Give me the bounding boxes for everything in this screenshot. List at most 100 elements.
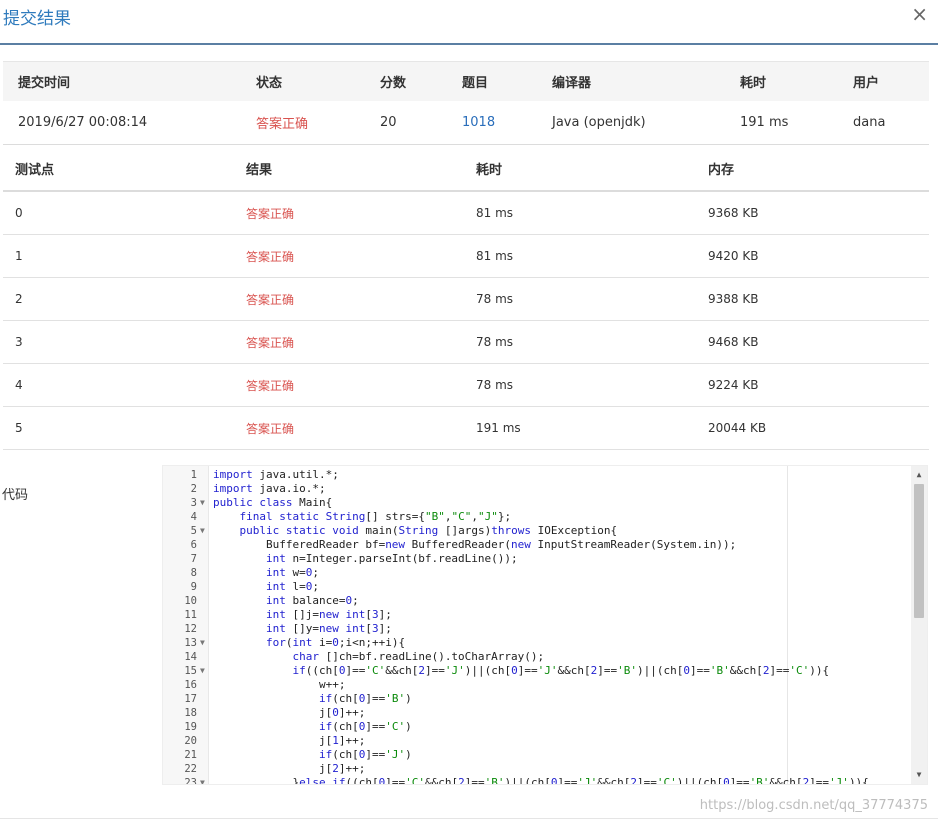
line-number-gutter: 1 2 3 ▼ 4 5 ▼ 6 7 8 9 10 11 12 13 ▼ 14 15 ▼ 16 17 18 19 20 21 22 2… — [163, 466, 209, 784]
code-area[interactable]: import java.util.*; import java.io.*; publ… — [209, 466, 911, 784]
code-line-text: int []j=new int[3]; — [265, 608, 392, 621]
table-row: 5 答案正确 191 ms 20044 KB — [3, 407, 929, 450]
case-memory: 9388 KB — [708, 292, 759, 306]
code-line-text: int []y=new int[3]; — [265, 622, 392, 635]
fold-arrow-icon[interactable]: ▼ — [200, 664, 208, 678]
scrollbar-thumb[interactable] — [914, 484, 924, 618]
line-number: 23 — [184, 777, 197, 785]
close-icon[interactable]: × — [911, 2, 928, 26]
line-number: 20 — [184, 735, 197, 747]
case-memory: 9468 KB — [708, 335, 759, 349]
code-line-text: if((ch[0]=='C'&&ch[2]=='J')||(ch[0]=='J'… — [292, 664, 830, 677]
line-number: 12 — [184, 623, 197, 635]
line-number: 22 — [184, 763, 197, 775]
case-id: 0 — [15, 206, 23, 220]
table-row: 3 答案正确 78 ms 9468 KB — [3, 321, 929, 364]
header-problem: 题目 — [462, 76, 489, 91]
compiler-value: Java (openjdk) — [552, 115, 646, 130]
table-row: 0 答案正确 81 ms 9368 KB — [3, 192, 929, 235]
case-id: 5 — [15, 421, 23, 435]
code-line-text: w++; — [213, 678, 346, 691]
header-score: 分数 — [380, 76, 407, 91]
line-number: 8 — [190, 567, 197, 579]
header-time: 耗时 — [476, 163, 503, 178]
code-label: 代码 — [2, 488, 29, 503]
fold-arrow-icon[interactable]: ▼ — [200, 776, 208, 784]
bottom-divider — [0, 818, 938, 819]
line-number: 5 — [190, 525, 197, 537]
summary-row: 2019/6/27 00:08:14 答案正确 20 1018 Java (op… — [3, 101, 929, 145]
case-result: 答案正确 — [246, 249, 295, 264]
line-number: 19 — [184, 721, 197, 733]
case-memory: 9420 KB — [708, 249, 759, 263]
line-number: 6 — [190, 539, 197, 551]
fold-arrow-icon[interactable]: ▼ — [200, 496, 208, 510]
case-id: 1 — [15, 249, 23, 263]
case-id: 3 — [15, 335, 23, 349]
submit-time: 2019/6/27 00:08:14 — [18, 115, 148, 130]
case-time: 78 ms — [476, 335, 514, 349]
case-result: 答案正确 — [246, 335, 295, 350]
line-number: 4 — [190, 511, 197, 523]
user-value: dana — [853, 115, 886, 130]
line-number: 16 — [184, 679, 197, 691]
table-row: 1 答案正确 81 ms 9420 KB — [3, 235, 929, 278]
case-id: 4 — [15, 378, 23, 392]
modal-header: 提交结果 × — [0, 0, 938, 45]
line-number: 1 — [190, 469, 197, 481]
table-row: 2 答案正确 78 ms 9388 KB — [3, 278, 929, 321]
case-memory: 9224 KB — [708, 378, 759, 392]
case-result: 答案正确 — [246, 421, 295, 436]
score-value: 20 — [380, 115, 397, 130]
cases-header-row: 测试点 结果 耗时 内存 — [3, 147, 929, 192]
case-time: 81 ms — [476, 249, 514, 263]
line-number: 13 — [184, 637, 197, 649]
line-number: 2 — [190, 483, 197, 495]
header-submit-time: 提交时间 — [18, 76, 71, 91]
code-line-text: int balance=0; — [265, 594, 359, 607]
case-result: 答案正确 — [246, 206, 295, 221]
code-line-text: if(ch[0]=='C') — [318, 720, 412, 733]
code-line-text: final static String[] strs={"B","C","J"}… — [239, 510, 512, 523]
case-result: 答案正确 — [246, 292, 295, 307]
code-line-text: import java.util.*; — [213, 468, 339, 481]
elapsed-value: 191 ms — [740, 115, 789, 130]
watermark: https://blog.csdn.net/qq_37774375 — [699, 798, 928, 813]
table-row: 4 答案正确 78 ms 9224 KB — [3, 364, 929, 407]
code-line-text: BufferedReader bf=new BufferedReader(new… — [213, 538, 737, 551]
submission-summary-table: 提交时间 状态 分数 题目 编译器 耗时 用户 2019/6/27 00:08:… — [3, 61, 929, 145]
modal-title: 提交结果 — [3, 9, 71, 29]
code-line-text: if(ch[0]=='J') — [318, 748, 412, 761]
header-result: 结果 — [246, 163, 273, 178]
line-number: 11 — [184, 609, 197, 621]
code-line-text: int w=0; — [265, 566, 319, 579]
summary-header-row: 提交时间 状态 分数 题目 编译器 耗时 用户 — [3, 61, 929, 101]
test-cases-table: 测试点 结果 耗时 内存 0 答案正确 81 ms 9368 KB 1 答案正确 81 ms… — [3, 147, 929, 450]
line-number: 18 — [184, 707, 197, 719]
scroll-down-icon[interactable]: ▼ — [911, 768, 927, 782]
scroll-up-icon[interactable]: ▲ — [911, 468, 927, 482]
code-line-text: public static void main(String []args)th… — [239, 524, 618, 537]
line-number: 21 — [184, 749, 197, 761]
code-line-text: char []ch=bf.readLine().toCharArray(); — [292, 650, 545, 663]
code-editor[interactable]: 1 2 3 ▼ 4 5 ▼ 6 7 8 9 10 11 12 13 ▼ 14 15 ▼ 16 17 18 19 20 21 22 2… — [162, 465, 928, 785]
line-number: 15 — [184, 665, 197, 677]
case-memory: 9368 KB — [708, 206, 759, 220]
code-line-text: for(int i=0;i<n;++i){ — [265, 636, 406, 649]
fold-arrow-icon[interactable]: ▼ — [200, 636, 208, 650]
code-line-text: int n=Integer.parseInt(bf.readLine()); — [265, 552, 518, 565]
header-user: 用户 — [853, 76, 880, 91]
header-status: 状态 — [256, 76, 283, 91]
case-time: 78 ms — [476, 292, 514, 306]
vertical-scrollbar[interactable]: ▲ ▼ — [911, 466, 927, 784]
problem-link[interactable]: 1018 — [462, 101, 495, 144]
case-time: 191 ms — [476, 421, 521, 435]
code-line-text: j[1]++; — [213, 734, 366, 747]
line-number: 3 — [190, 497, 197, 509]
fold-arrow-icon[interactable]: ▼ — [200, 524, 208, 538]
case-time: 81 ms — [476, 206, 514, 220]
code-line-text: if(ch[0]=='B') — [318, 692, 412, 705]
code-line-text: import java.io.*; — [213, 482, 326, 495]
header-elapsed: 耗时 — [740, 76, 767, 91]
case-time: 78 ms — [476, 378, 514, 392]
